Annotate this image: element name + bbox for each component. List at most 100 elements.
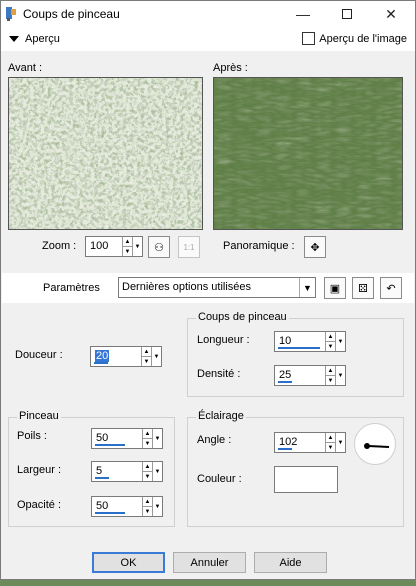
reset-icon: ↶ [386,282,396,295]
softness-value: 20 [95,350,110,362]
bristles-value: 50 [96,432,109,444]
ok-button[interactable]: OK [92,552,165,573]
spin-down-icon[interactable]: ▼ [123,246,132,256]
density-label: Densité : [197,368,241,380]
brush-strokes-dialog: Coups de pinceau — ✕ Aperçu Aperçu de l'… [0,0,416,580]
help-button[interactable]: Aide [254,552,327,573]
zoom-label: Zoom : [42,240,77,252]
params-label: Paramètres [43,282,100,294]
collapse-triangle-icon [9,36,19,42]
after-preview[interactable] [213,77,403,230]
brush-group: Pinceau Poils : 50 ▲ ▼ ▼ Largeur : 5 ▲ ▼ ▼ O… [8,410,175,527]
length-value: 10 [279,335,292,347]
width-spinner[interactable]: 5 ▲ ▼ ▼ [91,461,163,482]
dropdown-icon[interactable]: ▼ [335,332,345,351]
angle-underline [278,448,292,450]
length-underline [278,347,320,349]
preset-value: Dernières options utilisées [122,281,252,293]
maximize-icon [342,9,352,19]
angle-spinner[interactable]: 102 ▲ ▼ ▼ [274,432,346,453]
preview-bar: Aperçu Aperçu de l'image [1,27,415,51]
before-label: Avant : [8,62,43,74]
spin-down-icon[interactable]: ▼ [143,471,152,481]
opacity-value: 50 [96,500,109,512]
softness-spinner[interactable]: 20 ▲ ▼ ▼ [90,346,162,367]
opacity-spinner[interactable]: 50 ▲ ▼ ▼ [91,496,163,517]
bristles-spinner[interactable]: 50 ▲ ▼ ▼ [91,428,163,449]
spin-down-icon[interactable]: ▼ [143,438,152,448]
before-preview[interactable] [8,77,203,230]
lighting-group-title: Éclairage [196,410,246,422]
minimize-icon: — [296,6,310,22]
zoom-value: 100 [90,240,109,252]
spin-down-icon[interactable]: ▼ [326,375,335,385]
pan-move-icon: ✥ [310,241,320,254]
light-color-swatch[interactable] [274,466,338,493]
spin-down-icon[interactable]: ▼ [326,341,335,351]
brush-group-title: Pinceau [17,410,61,422]
spin-up-icon[interactable]: ▲ [326,332,335,341]
minimize-button[interactable]: — [281,1,325,27]
save-preset-icon: ▣ [329,282,341,295]
width-underline [95,477,109,479]
spin-down-icon[interactable]: ▼ [143,506,152,516]
dropdown-icon[interactable]: ▼ [335,433,345,452]
strokes-group-title: Coups de pinceau [196,311,289,323]
strokes-group: Coups de pinceau Longueur : 10 ▲ ▼ ▼ Densi… [187,311,404,397]
angle-label: Angle : [197,434,232,446]
length-spinner[interactable]: 10 ▲ ▼ ▼ [274,331,346,352]
opacity-underline [95,512,125,514]
spin-down-icon[interactable]: ▼ [142,356,151,366]
density-spinner[interactable]: 25 ▲ ▼ ▼ [274,365,346,386]
spin-up-icon[interactable]: ▲ [143,429,152,438]
reset-button[interactable]: ↶ [380,277,402,299]
lighting-group: Éclairage Angle : 102 ▲ ▼ ▼ Couleur : [187,410,404,527]
spin-down-icon[interactable]: ▼ [326,442,335,452]
spin-up-icon[interactable]: ▲ [143,462,152,471]
spin-up-icon[interactable]: ▲ [123,237,132,246]
maximize-button[interactable] [325,1,369,27]
window-title: Coups de pinceau [23,7,120,21]
dropdown-icon[interactable]: ▼ [152,497,162,516]
softness-underline [94,362,108,364]
image-preview-label: Aperçu de l'image [319,32,407,45]
spin-up-icon[interactable]: ▲ [326,366,335,375]
chevron-down-icon: ▼ [299,278,315,297]
actual-size-button[interactable]: 1:1 [178,236,200,258]
spin-up-icon[interactable]: ▲ [326,433,335,442]
fit-zoom-icon: ⚇ [154,241,164,254]
angle-dial-icon [364,443,390,449]
width-label: Largeur : [17,464,62,476]
length-label: Longueur : [197,334,250,346]
dropdown-icon[interactable]: ▼ [132,237,142,256]
image-preview-option[interactable]: Aperçu de l'image [302,32,407,45]
preview-toggle[interactable]: Aperçu [9,33,60,45]
dropdown-icon[interactable]: ▼ [151,347,161,366]
spin-up-icon[interactable]: ▲ [143,497,152,506]
fit-zoom-button[interactable]: ⚇ [148,236,170,258]
color-label: Couleur : [197,473,242,485]
randomize-icon: ⚄ [358,282,368,295]
density-underline [278,381,292,383]
spin-up-icon[interactable]: ▲ [142,347,151,356]
dropdown-icon[interactable]: ▼ [152,429,162,448]
after-label: Après : [213,62,248,74]
softness-label: Douceur : [15,349,63,361]
randomize-button[interactable]: ⚄ [352,277,374,299]
dropdown-icon[interactable]: ▼ [152,462,162,481]
save-preset-button[interactable]: ▣ [324,277,346,299]
before-texture-image [9,78,202,229]
angle-dial[interactable] [354,423,396,465]
angle-value: 102 [279,436,298,448]
pan-button[interactable]: ✥ [304,236,326,258]
presets-bar: Paramètres Dernières options utilisées ▼… [2,273,414,303]
zoom-spinner[interactable]: 100 ▲ ▼ ▼ [85,236,143,257]
dropdown-icon[interactable]: ▼ [335,366,345,385]
preset-combobox[interactable]: Dernières options utilisées ▼ [118,277,316,298]
after-texture-image [214,78,402,229]
image-preview-checkbox[interactable] [302,32,316,45]
title-bar: Coups de pinceau — ✕ [1,1,415,27]
close-button[interactable]: ✕ [369,1,413,27]
cancel-button[interactable]: Annuler [173,552,246,573]
actual-size-icon: 1:1 [183,242,195,252]
